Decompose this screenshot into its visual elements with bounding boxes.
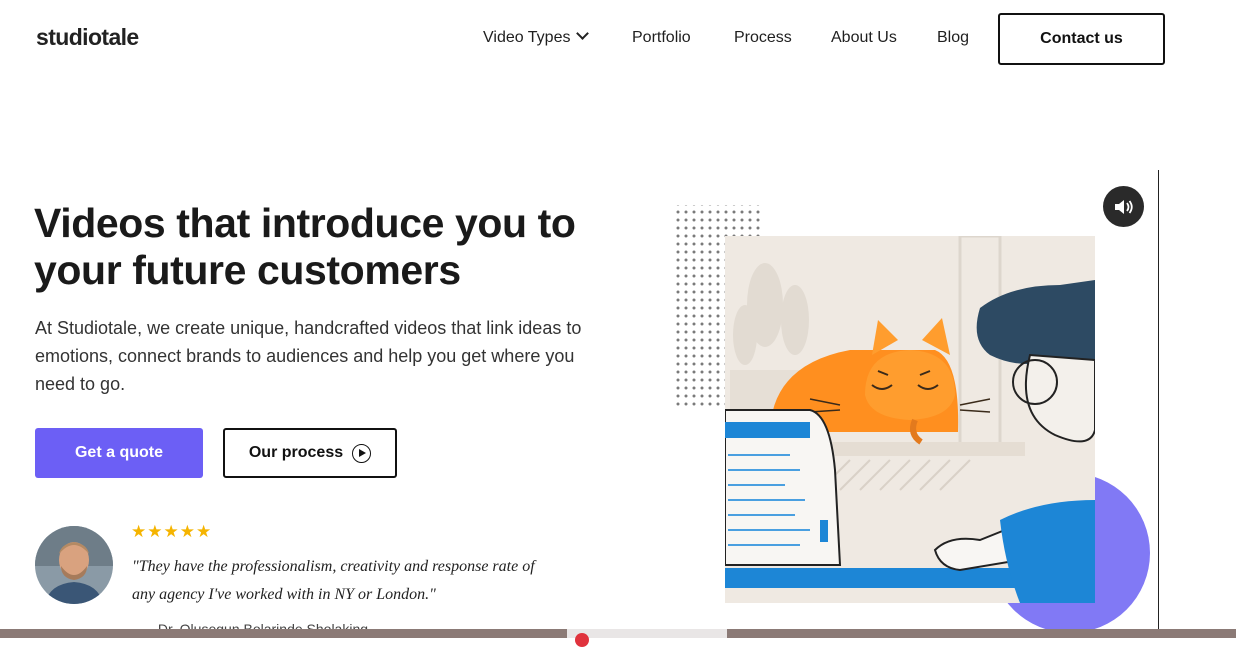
testimonial-avatar (35, 526, 113, 604)
nav-process[interactable]: Process (734, 29, 792, 47)
chevron-down-icon (576, 27, 590, 40)
video-edge-divider (1158, 170, 1159, 630)
sound-toggle-button[interactable] (1103, 186, 1144, 227)
bottom-strip-segment (567, 629, 727, 638)
hero-title: Videos that introduce you to your future… (34, 200, 576, 293)
speaker-icon (1114, 199, 1133, 214)
our-process-button[interactable]: Our process (223, 428, 397, 478)
our-process-label: Our process (248, 444, 344, 461)
rating-stars: ★★★★★ (131, 522, 213, 541)
hero-description: At Studiotale, we create unique, handcra… (35, 318, 582, 394)
nav-video-types-label: Video Types (483, 29, 571, 46)
testimonial-quote: "They have the professionalism, creativi… (132, 558, 535, 603)
get-a-quote-button[interactable]: Get a quote (35, 428, 203, 478)
bottom-strip-dot (575, 633, 589, 647)
bottom-strip (0, 629, 1236, 647)
hero-illustration[interactable] (660, 170, 1170, 638)
nav-portfolio[interactable]: Portfolio (632, 29, 691, 47)
nav-about-us[interactable]: About Us (831, 29, 897, 47)
nav-video-types[interactable]: Video Types (483, 27, 590, 47)
logo[interactable]: studiotale (36, 24, 139, 51)
nav-blog[interactable]: Blog (937, 29, 969, 47)
play-circle-icon (352, 443, 372, 463)
contact-us-button[interactable]: Contact us (998, 13, 1165, 65)
